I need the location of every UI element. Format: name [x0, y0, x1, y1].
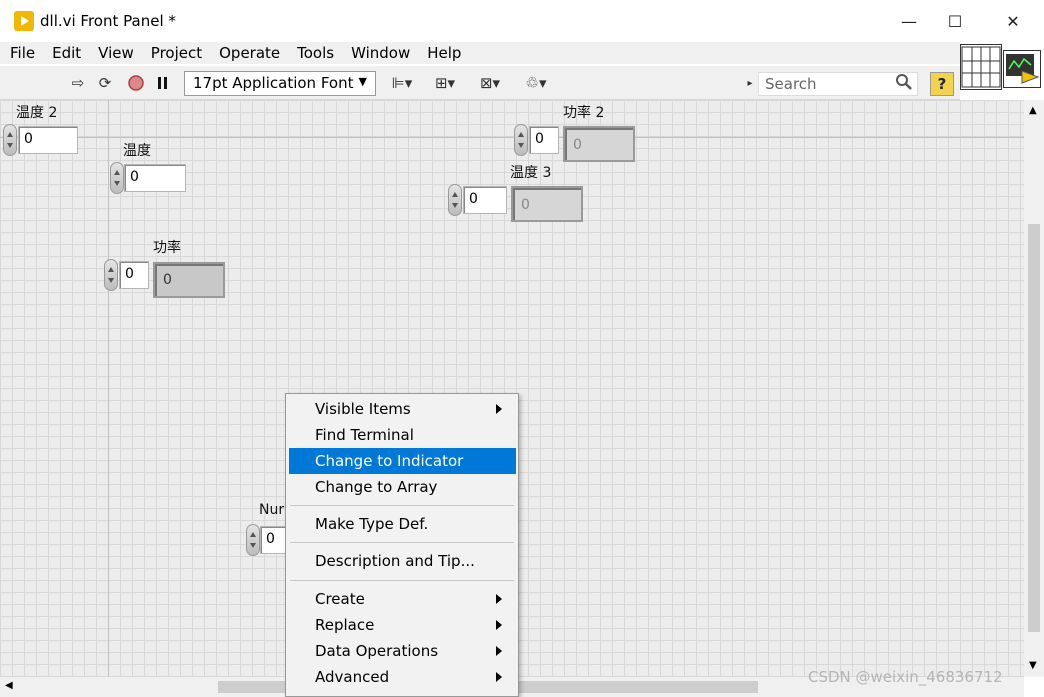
submenu-arrow-icon	[496, 404, 502, 414]
window-title: dll.vi Front Panel *	[40, 12, 176, 30]
menu-change-to-indicator-label: Change to Indicator	[315, 452, 464, 470]
minimize-button[interactable]: —	[886, 6, 932, 36]
menu-description-and-tip[interactable]: Description and Tip...	[289, 548, 516, 574]
origin-guide-vertical	[108, 100, 109, 677]
submenu-arrow-icon	[496, 594, 502, 604]
font-select-value: 17pt Application Font	[193, 74, 354, 92]
run-arrow-icon[interactable]: ⇨	[68, 74, 88, 92]
menu-replace-label: Replace	[315, 616, 375, 634]
menu-tools[interactable]: Tools	[287, 44, 341, 62]
gonglv2-numeric-control[interactable]: 0	[529, 126, 559, 154]
menu-operate[interactable]: Operate	[209, 44, 287, 62]
submenu-arrow-icon	[496, 620, 502, 630]
menu-find-terminal[interactable]: Find Terminal	[289, 422, 516, 448]
origin-guide-horizontal	[0, 137, 1024, 138]
wendu3-increment-decrement[interactable]	[448, 184, 462, 216]
abort-stop-icon[interactable]	[126, 74, 146, 92]
font-select[interactable]: 17pt Application Font ▼	[184, 71, 376, 96]
connector-pane-icon[interactable]	[960, 44, 1002, 90]
vi-icon[interactable]	[1003, 50, 1041, 88]
menu-help[interactable]: Help	[417, 44, 468, 62]
menu-separator	[290, 505, 514, 506]
menu-file[interactable]: File	[0, 44, 42, 62]
menu-find-terminal-label: Find Terminal	[315, 426, 414, 444]
menu-create-label: Create	[315, 590, 365, 608]
run-continuously-icon[interactable]: ⟳	[95, 74, 115, 92]
scroll-left-icon[interactable]: ◀	[5, 680, 13, 691]
menu-separator	[290, 580, 514, 581]
chevron-down-icon: ▼	[358, 75, 367, 88]
menu-edit[interactable]: Edit	[42, 44, 88, 62]
align-objects-icon[interactable]: ⊫▾	[388, 74, 416, 92]
wendu-increment-decrement[interactable]	[110, 162, 124, 194]
maximize-button[interactable]: ☐	[932, 6, 978, 36]
pause-icon[interactable]	[153, 74, 173, 92]
resize-objects-icon[interactable]: ⊠▾	[474, 74, 506, 92]
menu-change-to-array-label: Change to Array	[315, 478, 438, 496]
title-bar: dll.vi Front Panel * — ☐ ✕	[0, 0, 1044, 42]
reorder-icon[interactable]: ♲▾	[520, 74, 552, 92]
search-placeholder: Search	[765, 75, 817, 93]
menu-bar: File Edit View Project Operate Tools Win…	[0, 42, 960, 64]
numeric-label: Nur	[259, 502, 285, 518]
wendu2-numeric-control[interactable]: 0	[18, 126, 78, 154]
menu-visible-items[interactable]: Visible Items	[289, 396, 516, 422]
menu-separator	[290, 542, 514, 543]
menu-change-to-indicator[interactable]: Change to Indicator	[289, 448, 516, 474]
menu-window[interactable]: Window	[341, 44, 417, 62]
gonglv2-label: 功率 2	[563, 105, 605, 121]
numeric-increment-decrement[interactable]	[246, 524, 260, 556]
scroll-up-icon[interactable]: ▲	[1029, 105, 1037, 116]
distribute-objects-icon[interactable]: ⊞▾	[430, 74, 460, 92]
menu-data-operations[interactable]: Data Operations	[289, 638, 516, 664]
menu-advanced[interactable]: Advanced	[289, 664, 516, 690]
toolbar-expand-icon[interactable]: ▸	[744, 74, 756, 92]
wendu3-numeric-indicator: 0	[511, 186, 583, 222]
search-icon[interactable]	[894, 73, 914, 91]
submenu-arrow-icon	[496, 672, 502, 682]
gonglv-numeric-control[interactable]: 0	[119, 261, 149, 289]
menu-change-to-array[interactable]: Change to Array	[289, 474, 516, 500]
vertical-scrollbar[interactable]: ▲ ▼	[1024, 100, 1044, 677]
wendu2-increment-decrement[interactable]	[3, 124, 17, 156]
menu-view[interactable]: View	[88, 44, 141, 62]
wendu3-numeric-control[interactable]: 0	[463, 186, 507, 214]
wendu-numeric-control[interactable]: 0	[124, 164, 186, 192]
labview-vi-icon	[14, 11, 34, 31]
watermark: CSDN @weixin_46836712	[808, 668, 1003, 686]
gonglv-increment-decrement[interactable]	[104, 259, 118, 291]
wendu-label: 温度	[123, 143, 151, 159]
menu-project[interactable]: Project	[141, 44, 209, 62]
gonglv-label: 功率	[153, 240, 181, 256]
menu-make-type-def[interactable]: Make Type Def.	[289, 511, 516, 537]
wendu2-label: 温度 2	[16, 105, 58, 121]
menu-make-type-def-label: Make Type Def.	[315, 515, 429, 533]
vertical-scroll-thumb[interactable]	[1028, 224, 1040, 632]
gonglv-numeric-indicator: 0	[153, 262, 225, 298]
menu-replace[interactable]: Replace	[289, 612, 516, 638]
menu-advanced-label: Advanced	[315, 668, 390, 686]
context-menu: Visible Items Find Terminal Change to In…	[285, 393, 519, 697]
menu-create[interactable]: Create	[289, 586, 516, 612]
scroll-down-icon[interactable]: ▼	[1029, 660, 1037, 671]
menu-description-and-tip-label: Description and Tip...	[315, 552, 475, 570]
menu-visible-items-label: Visible Items	[315, 400, 411, 418]
context-help-button[interactable]: ?	[930, 72, 954, 96]
gonglv2-increment-decrement[interactable]	[514, 124, 528, 156]
menu-data-operations-label: Data Operations	[315, 642, 439, 660]
wendu3-label: 温度 3	[510, 165, 552, 181]
gonglv2-numeric-indicator: 0	[563, 126, 635, 162]
close-button[interactable]: ✕	[990, 6, 1036, 36]
submenu-arrow-icon	[496, 646, 502, 656]
